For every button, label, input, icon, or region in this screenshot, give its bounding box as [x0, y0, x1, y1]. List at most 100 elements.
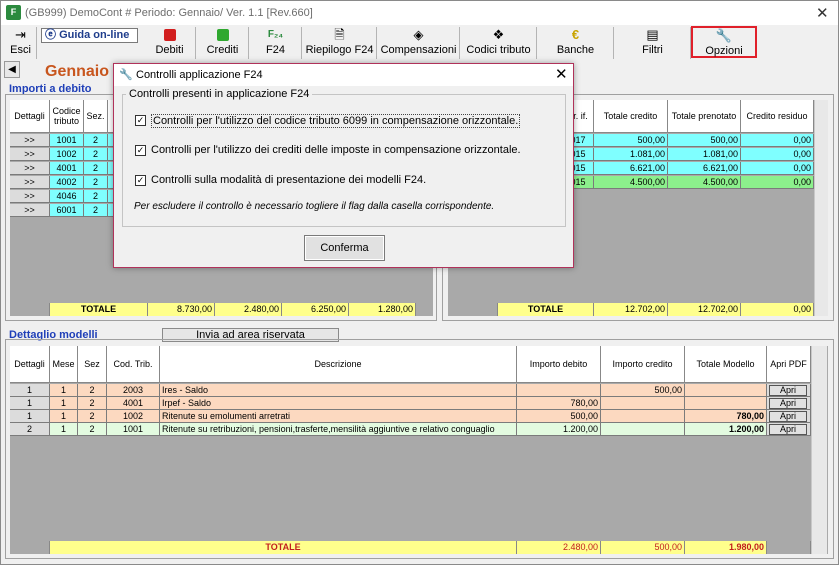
codice-tributo-cell: 4001: [50, 162, 84, 175]
mese-cell: 1: [50, 423, 78, 436]
descrizione-cell: Ritenute su emolumenti arretrati: [160, 410, 517, 423]
exit-icon: ⇥: [15, 27, 26, 42]
green-square-icon: [197, 27, 248, 43]
check-modalita[interactable]: ✓: [135, 175, 146, 186]
crediti-button[interactable]: Crediti: [197, 27, 249, 59]
dettagli-button[interactable]: >>: [10, 204, 50, 217]
esci-button[interactable]: ⇥ Esci: [5, 27, 37, 59]
debiti-button[interactable]: Debiti: [144, 27, 196, 59]
cod-trib-cell: 1001: [107, 423, 160, 436]
credito-total-totale: 12.702,00: [594, 303, 668, 316]
modelli-total-debito: 2.480,00: [517, 541, 601, 554]
credito-residuo-cell: 0,00: [741, 162, 814, 175]
f24-button[interactable]: F₂₄ F24: [250, 27, 302, 59]
conferma-button[interactable]: Conferma: [304, 235, 385, 261]
table-row: 2 1 2 1001 Ritenute su retribuzioni, pension…: [10, 423, 811, 436]
window-close-icon[interactable]: ✕: [816, 4, 829, 22]
apri-pdf-cell: Apri: [767, 423, 811, 436]
title-bar: F (GB999) DemoCont # Periodo: Gennaio/ V…: [1, 1, 838, 25]
credito-total-row: TOTALE 12.702,00 12.702,00 0,00: [448, 303, 814, 316]
check-modalita-label: Controlli sulla modalità di presentazion…: [151, 174, 427, 186]
dialog-close-icon[interactable]: ✕: [555, 65, 568, 83]
totale-credito-cell: 1.081,00: [594, 148, 668, 161]
modelli-header-cod: Cod. Trib.: [107, 346, 160, 383]
codice-tributo-cell: 6001: [50, 204, 84, 217]
red-square-icon: [144, 27, 195, 43]
mese-cell: 1: [50, 384, 78, 397]
apri-pdf-cell: Apri: [767, 410, 811, 423]
modelli-total-row: TOTALE 2.480,00 500,00 1.980,00: [10, 541, 811, 554]
codes-icon: ❖: [492, 27, 505, 42]
totale-credito-cell: 6.621,00: [594, 162, 668, 175]
sezione-cell: 2: [84, 134, 108, 147]
debito-total-v4: 1.280,00: [349, 303, 416, 316]
totale-prenotato-cell: 1.081,00: [668, 148, 741, 161]
check-6099[interactable]: ✓: [135, 115, 146, 126]
dettagli-button[interactable]: 2: [10, 423, 50, 436]
compensazioni-button[interactable]: ◈ Compensazioni: [378, 27, 460, 59]
banche-button[interactable]: € Banche: [538, 27, 614, 59]
dettagli-button[interactable]: 1: [10, 410, 50, 423]
guida-online-button[interactable]: ⓔ Guida on-line: [41, 28, 138, 43]
modelli-total-label: TOTALE: [50, 541, 517, 554]
check-crediti-imposte[interactable]: ✓: [135, 145, 146, 156]
dettagli-button[interactable]: 1: [10, 384, 50, 397]
modelli-scrollbar[interactable]: [811, 346, 827, 554]
debito-total-v3: 6.250,00: [282, 303, 349, 316]
modelli-total-totale: 1.980,00: [685, 541, 767, 554]
table-row: 1 1 2 2003 Ires - Saldo 500,00 Apri: [10, 384, 811, 397]
dettagli-button[interactable]: >>: [10, 190, 50, 203]
debito-total-v2: 2.480,00: [215, 303, 282, 316]
dettagli-button[interactable]: >>: [10, 176, 50, 189]
importo-credito-cell: [601, 397, 685, 410]
totale-modello-cell: [685, 397, 767, 410]
app-icon: F: [6, 5, 21, 20]
wrench-icon: 🔧: [119, 69, 133, 81]
prev-period-button[interactable]: ◀: [4, 61, 20, 78]
sez-cell: 2: [78, 384, 107, 397]
dialog-title-bar: 🔧 Controlli applicazione F24 ✕: [114, 64, 573, 86]
credito-scrollbar[interactable]: [814, 100, 828, 316]
opzioni-button[interactable]: 🔧 Opzioni: [691, 26, 757, 58]
modelli-header-sez: Sez: [78, 346, 107, 383]
mese-cell: 1: [50, 397, 78, 410]
descrizione-cell: Ritenute su retribuzioni, pensioni,trasf…: [160, 423, 517, 436]
apri-pdf-button[interactable]: Apri: [769, 385, 807, 396]
riepilogo-f24-button[interactable]: 🗎 Riepilogo F24: [303, 27, 377, 59]
controls-group-label: Controlli presenti in applicazione F24: [126, 88, 313, 100]
codici-tributo-button[interactable]: ❖ Codici tributo: [461, 27, 537, 59]
apri-pdf-cell: Apri: [767, 384, 811, 397]
table-row: 1 1 2 4001 Irpef - Saldo 780,00 Apri: [10, 397, 811, 410]
modelli-header-descrizione: Descrizione: [160, 346, 517, 383]
dettagli-button[interactable]: >>: [10, 162, 50, 175]
apri-pdf-button[interactable]: Apri: [769, 424, 807, 435]
debito-header-codice: Codice tributo: [50, 100, 84, 133]
dettagli-button[interactable]: >>: [10, 134, 50, 147]
codice-tributo-cell: 4046: [50, 190, 84, 203]
sez-cell: 2: [78, 397, 107, 410]
filtri-button[interactable]: ▤ Filtri: [615, 27, 691, 59]
totale-credito-cell: 500,00: [594, 134, 668, 147]
dettagli-button[interactable]: 1: [10, 397, 50, 410]
apri-pdf-button[interactable]: Apri: [769, 398, 807, 409]
totale-prenotato-cell: 6.621,00: [668, 162, 741, 175]
wrench-icon: 🔧: [715, 28, 733, 43]
modelli-header-debito: Importo debito: [517, 346, 601, 383]
sezione-cell: 2: [84, 162, 108, 175]
importo-debito-cell: 500,00: [517, 410, 601, 423]
sez-cell: 2: [78, 423, 107, 436]
descrizione-cell: Irpef - Saldo: [160, 397, 517, 410]
debito-total-label: TOTALE: [50, 303, 148, 316]
window-title: (GB999) DemoCont # Periodo: Gennaio/ Ver…: [25, 7, 313, 19]
importo-debito-cell: 780,00: [517, 397, 601, 410]
table-row: 1 1 2 1002 Ritenute su emolumenti arretrati 5…: [10, 410, 811, 423]
check-crediti-imposte-label: Controlli per l'utilizzo dei crediti del…: [151, 144, 521, 156]
importo-debito-cell: 1.200,00: [517, 423, 601, 436]
credito-residuo-cell: 0,00: [741, 176, 814, 189]
cod-trib-cell: 4001: [107, 397, 160, 410]
credito-header-totale: Totale credito: [594, 100, 668, 133]
dettagli-button[interactable]: >>: [10, 148, 50, 161]
apri-pdf-button[interactable]: Apri: [769, 411, 807, 422]
modelli-header-totale: Totale Modello: [685, 346, 767, 383]
credito-header-residuo: Credito residuo: [741, 100, 814, 133]
